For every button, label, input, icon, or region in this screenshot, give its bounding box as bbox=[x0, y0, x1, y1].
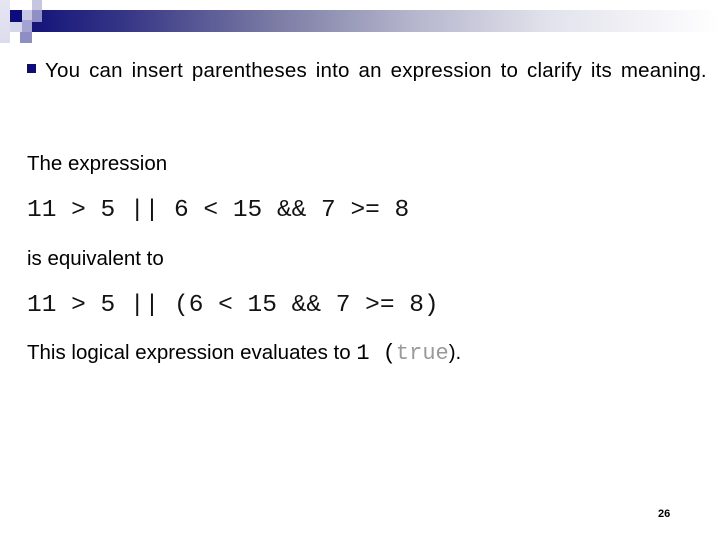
result-suffix: ). bbox=[448, 341, 462, 364]
logo-square bbox=[22, 10, 32, 20]
result-sentence: This logical expression evaluates to 1 (… bbox=[27, 340, 461, 367]
result-open-paren: ( bbox=[369, 341, 396, 366]
equivalence-label: is equivalent to bbox=[27, 247, 164, 270]
logo-square bbox=[0, 0, 10, 43]
result-prefix: This logical expression evaluates to bbox=[27, 341, 357, 364]
logo-square bbox=[10, 22, 22, 32]
bullet-item: You can insert parentheses into an expre… bbox=[27, 55, 707, 87]
page-number: 26 bbox=[658, 508, 671, 520]
header-gradient-bar bbox=[32, 10, 720, 32]
code-expression-parenthesized: 11 > 5 || (6 < 15 && 7 >= 8) bbox=[27, 292, 439, 319]
result-keyword: true bbox=[395, 341, 449, 366]
code-expression-original: 11 > 5 || 6 < 15 && 7 >= 8 bbox=[27, 197, 410, 224]
logo-square bbox=[32, 10, 42, 22]
bullet-text: You can insert parentheses into an expre… bbox=[45, 59, 707, 82]
logo-square bbox=[20, 32, 32, 43]
intro-label: The expression bbox=[27, 152, 168, 175]
result-value: 1 bbox=[356, 341, 370, 366]
square-bullet-icon bbox=[27, 64, 36, 73]
logo-square bbox=[22, 20, 32, 32]
logo-square-dark bbox=[10, 10, 22, 22]
logo-square bbox=[32, 0, 42, 10]
